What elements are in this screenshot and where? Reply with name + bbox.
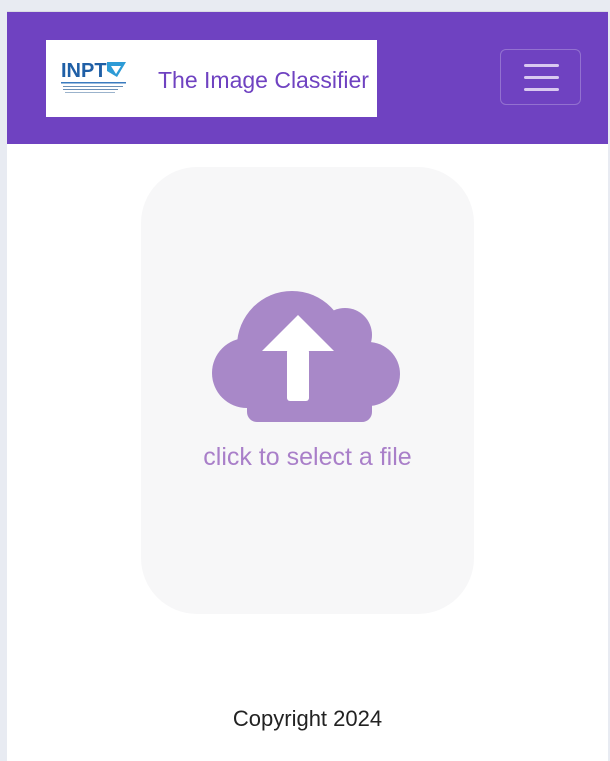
upload-prompt: click to select a file — [203, 443, 412, 471]
logo-text: INPT — [61, 60, 107, 82]
app-title: The Image Classifier — [158, 67, 369, 93]
hamburger-icon — [524, 88, 559, 91]
footer-copyright: Copyright 2024 — [232, 706, 383, 731]
file-upload-dropzone[interactable]: click to select a file — [141, 167, 474, 614]
brand-link[interactable]: INPT The Image Classifier — [46, 40, 377, 117]
page-frame: INPT The Image Classifier click to selec… — [7, 11, 608, 761]
navbar: INPT The Image Classifier — [7, 12, 608, 144]
hamburger-icon — [524, 64, 559, 67]
menu-toggle-button[interactable] — [500, 49, 581, 105]
cloud-upload-icon — [212, 291, 400, 422]
inpt-logo: INPT — [61, 60, 126, 93]
hamburger-icon — [524, 76, 559, 79]
